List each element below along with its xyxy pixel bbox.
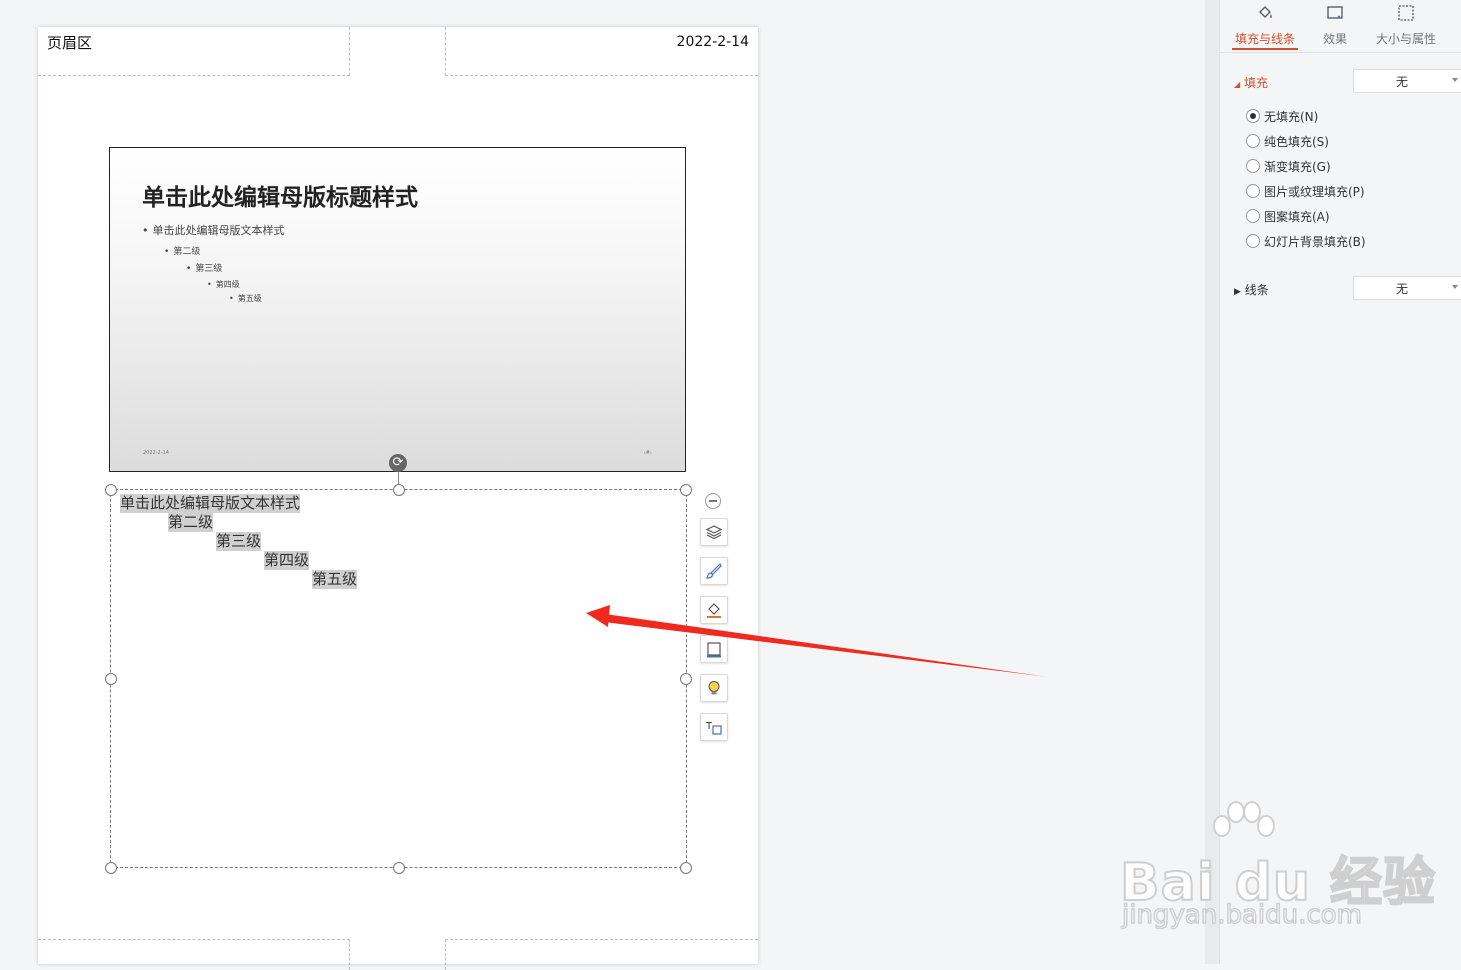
header-text: 页眉区 [47,34,93,52]
radio-button[interactable] [1246,184,1260,198]
fill-line-icon [1259,6,1272,18]
chevron-down-icon [1452,78,1458,82]
footer-area-right[interactable] [445,939,758,970]
baidu-jingyan-watermark: Bai du 经验 jingyan.baidu.com [1119,800,1436,940]
tab-size-and-properties[interactable]: 大小与属性 [1370,0,1442,47]
annotation-arrow [586,605,1048,677]
slide-level-5: 第五级 [229,293,262,304]
active-tab-indicator [1232,48,1298,50]
watermark-url: jingyan.baidu.com [1121,899,1362,931]
radio-button[interactable] [1246,234,1260,248]
rotate-handle-icon[interactable]: ⟳ [389,454,407,472]
radio-button[interactable] [1246,159,1260,173]
resize-handle-bottom[interactable] [393,862,405,874]
layers-icon [705,525,723,540]
header-date: 2022-2-14 [676,34,749,50]
resize-handle-left[interactable] [105,673,117,685]
line-section-toggle[interactable]: ▶ 线条 [1234,281,1269,298]
resize-handle-top[interactable] [393,484,405,496]
tab-label: 效果 [1322,32,1347,46]
slide-thumbnail[interactable]: 单击此处编辑母版标题样式 单击此处编辑母版文本样式 第二级 第三级 第四级 第五… [109,147,686,472]
slide-level-4: 第四级 [207,279,240,290]
brush-icon [706,562,722,579]
radio-button[interactable] [1246,134,1260,148]
fill-section-toggle[interactable]: ◢ 填充 [1234,74,1268,91]
notes-level-3: 第三级 [216,532,262,551]
brush-button[interactable] [700,557,728,585]
notes-level-5: 第五级 [312,570,358,589]
fill-dropdown[interactable]: 无 [1353,69,1461,93]
slide-date: 2022-2-14 [143,450,169,456]
slide-level-1: 单击此处编辑母版文本样式 [142,222,285,238]
notes-level-1: 单击此处编辑母版文本样式 [120,494,301,513]
expand-caret-icon: ◢ [1234,80,1241,89]
line-dropdown-value: 无 [1395,282,1408,296]
tab-fill-and-line[interactable]: 填充与线条 [1232,0,1298,47]
footer-area-left[interactable] [38,939,350,970]
slide-number: ‹#› [643,450,652,456]
slide-level-3: 第三级 [186,261,222,274]
tab-label: 填充与线条 [1234,32,1295,46]
svg-text:T: T [705,721,713,732]
notes-level-4: 第四级 [264,551,310,570]
text-box-icon: T [705,721,722,735]
resize-handle-top-left[interactable] [105,484,117,496]
radio-button[interactable] [1246,109,1260,123]
radio-button[interactable] [1246,209,1260,223]
notes-level-2: 第二级 [168,513,214,532]
resize-handle-bottom-right[interactable] [680,862,692,874]
fill-dropdown-value: 无 [1395,75,1408,89]
chevron-down-icon [1452,285,1458,289]
panel-separator [1220,52,1461,53]
tab-label: 大小与属性 [1375,32,1436,46]
collapsed-caret-icon: ▶ [1234,287,1241,297]
text-box-button[interactable]: T [700,713,728,741]
resize-handle-top-right[interactable] [680,484,692,496]
size-props-icon [1398,5,1414,21]
line-dropdown[interactable]: 无 [1353,276,1461,300]
slide-title: 单击此处编辑母版标题样式 [142,185,418,211]
fill-section-title: 填充 [1243,76,1268,90]
slide-level-2: 第二级 [164,244,200,257]
line-section-title: 线条 [1244,283,1269,297]
header-area-right[interactable]: 2022-2-14 [445,27,758,76]
layers-button[interactable] [700,518,728,546]
header-area-left[interactable]: 页眉区 [38,27,350,76]
tab-effects[interactable]: 效果 [1305,0,1365,47]
resize-handle-bottom-left[interactable] [105,862,117,874]
effects-icon [1327,6,1343,19]
collapse-toolbar-icon[interactable] [705,493,721,509]
